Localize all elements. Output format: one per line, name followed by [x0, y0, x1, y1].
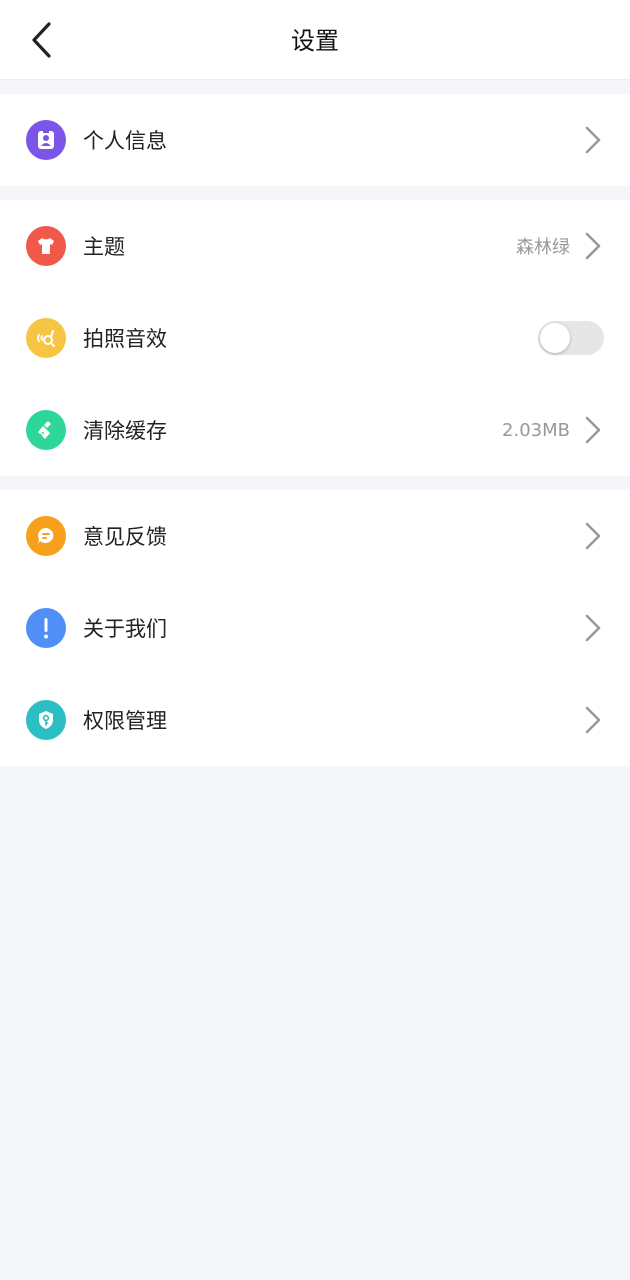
settings-item-label: 权限管理: [83, 709, 167, 733]
settings-item-feedback[interactable]: 意见反馈: [0, 490, 630, 582]
cache-size-value: 2.03MB: [502, 419, 570, 441]
tshirt-icon: [26, 226, 66, 266]
settings-item-clear-cache[interactable]: 清除缓存 2.03MB: [0, 384, 630, 476]
toggle-knob: [540, 323, 570, 353]
settings-item-shutter-sound: 拍照音效: [0, 292, 630, 384]
settings-item-label: 拍照音效: [83, 327, 167, 351]
theme-value: 森林绿: [516, 237, 570, 258]
settings-item-personal-info[interactable]: 个人信息: [0, 94, 630, 186]
chevron-right-icon: [582, 124, 604, 156]
chevron-right-icon: [582, 612, 604, 644]
chevron-right-icon: [582, 414, 604, 446]
settings-item-theme[interactable]: 主题 森林绿: [0, 200, 630, 292]
settings-item-permissions[interactable]: 权限管理: [0, 674, 630, 766]
settings-item-label: 清除缓存: [83, 419, 167, 443]
settings-group-preferences: 主题 森林绿 拍照音效 清除缓存 2.03MB: [0, 200, 630, 476]
shutter-sound-toggle[interactable]: [538, 321, 604, 355]
settings-item-label: 主题: [83, 235, 125, 259]
settings-item-label: 意见反馈: [83, 525, 167, 549]
section-gap: [0, 476, 630, 490]
section-gap: [0, 80, 630, 94]
settings-group-about: 意见反馈 关于我们 权限管理: [0, 490, 630, 766]
settings-item-label: 关于我们: [83, 617, 167, 641]
settings-group-account: 个人信息: [0, 94, 630, 186]
chevron-left-icon: [32, 22, 51, 58]
shield-key-icon: [26, 700, 66, 740]
chevron-right-icon: [582, 704, 604, 736]
settings-item-about-us[interactable]: 关于我们: [0, 582, 630, 674]
exclamation-icon: [26, 608, 66, 648]
feedback-icon: [26, 516, 66, 556]
broom-icon: [26, 410, 66, 450]
chevron-right-icon: [582, 230, 604, 262]
sound-icon: [26, 318, 66, 358]
settings-item-label: 个人信息: [83, 129, 167, 153]
person-card-icon: [26, 120, 66, 160]
chevron-right-icon: [582, 520, 604, 552]
page-title: 设置: [291, 27, 339, 55]
top-bar: 设置: [0, 0, 630, 80]
back-button[interactable]: [20, 18, 64, 62]
section-gap: [0, 186, 630, 200]
